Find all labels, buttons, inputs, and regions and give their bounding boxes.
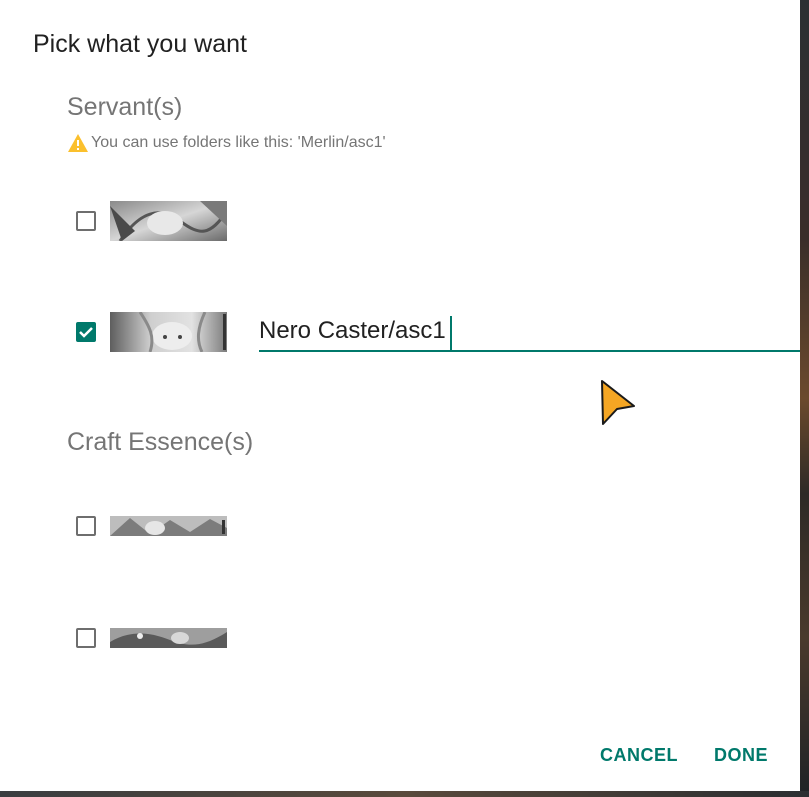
servant-2-checkbox[interactable]: [76, 322, 96, 342]
text-caret: [450, 316, 452, 350]
servant-2-thumbnail: [110, 312, 227, 352]
background-window-edge-bottom: [0, 791, 809, 797]
servant-1-thumbnail: [110, 201, 227, 241]
craft-essence-2-checkbox[interactable]: [76, 628, 96, 648]
cancel-button[interactable]: CANCEL: [600, 740, 678, 770]
servant-row-2: [76, 312, 227, 352]
warning-icon: [68, 134, 88, 152]
craft-essence-row-2: [76, 628, 227, 648]
servants-heading: Servant(s): [67, 93, 183, 121]
craft-essences-heading: Craft Essence(s): [67, 428, 254, 456]
pick-dialog: Pick what you want Servant(s) You can us…: [0, 0, 800, 791]
servant-2-folder-input[interactable]: [259, 312, 800, 352]
done-button[interactable]: DONE: [714, 740, 768, 770]
folder-hint-text: You can use folders like this: 'Merlin/a…: [91, 134, 386, 151]
mouse-pointer-icon: [601, 380, 635, 425]
craft-essence-1-thumbnail: [110, 516, 227, 536]
background-window-edge: [800, 0, 809, 797]
craft-essence-1-checkbox[interactable]: [76, 516, 96, 536]
craft-essence-2-thumbnail: [110, 628, 227, 648]
folder-hint: You can use folders like this: 'Merlin/a…: [67, 133, 386, 153]
dialog-title: Pick what you want: [33, 30, 247, 58]
servant-1-checkbox[interactable]: [76, 211, 96, 231]
craft-essence-row-1: [76, 516, 227, 536]
check-icon: [79, 327, 93, 338]
servant-row-1: [76, 201, 227, 241]
